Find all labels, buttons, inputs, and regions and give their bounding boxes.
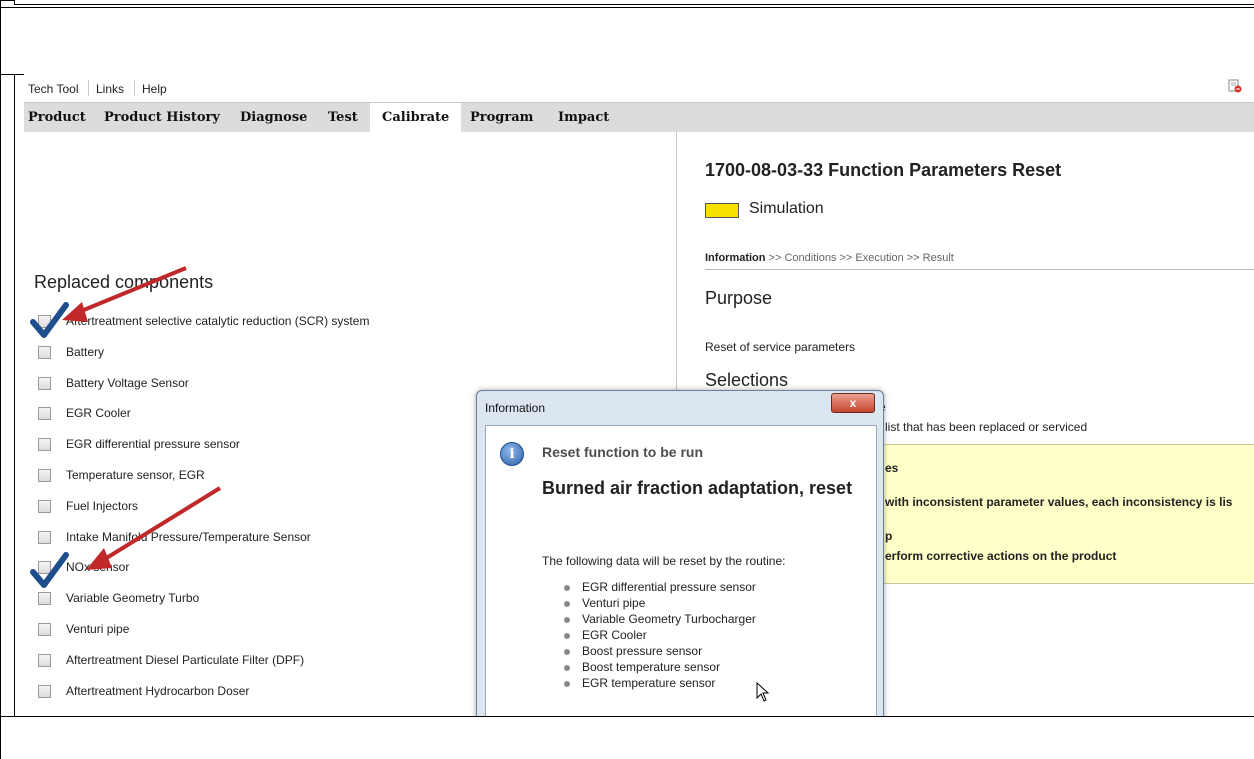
bullet-icon [564,585,570,591]
tab-product-history[interactable]: Product History [104,103,220,133]
component-label: Variable Geometry Turbo [66,591,200,606]
tab-program[interactable]: Program [470,103,533,133]
menu-separator [88,80,89,96]
reset-data-label: Variable Geometry Turbocharger [582,612,756,626]
step-current: Information [705,252,766,264]
reset-data-item: Boost temperature sensor [562,659,756,675]
dialog-body: i Reset function to be run Burned air fr… [485,425,877,716]
component-label: Aftertreatment Hydrocarbon Doser [66,683,250,698]
frame-line-upper [0,7,1254,8]
step-breadcrumb: Information >> Conditions >> Execution >… [705,252,954,264]
reset-data-item: Boost pressure sensor [562,643,756,659]
main-nav-tabs: Product Product History Diagnose Test Ca… [24,102,1254,134]
component-label: EGR Cooler [66,406,131,421]
red-arrow-annotation [86,486,222,570]
component-label: Aftertreatment Diesel Particulate Filter… [66,652,305,667]
close-button[interactable]: x [831,393,875,413]
selection-text: list that has been replaced or serviced [885,420,1088,434]
menu-separator [134,80,135,96]
menu-links[interactable]: Links [96,82,124,96]
bullet-icon [564,601,570,607]
component-checkbox[interactable] [38,592,51,606]
purpose-text: Reset of service parameters [705,340,856,354]
tab-product[interactable]: Product [28,103,86,133]
bullet-icon [564,649,570,655]
mouse-cursor-icon [756,682,770,702]
dialog-heading: Reset function to be run [542,444,703,460]
function-title: 1700-08-03-33 Function Parameters Reset [705,160,1062,180]
dialog-main-text: Burned air fraction adaptation, reset [542,478,853,498]
menu-tech-tool[interactable]: Tech Tool [28,82,78,96]
reset-data-label: EGR Cooler [582,628,647,642]
warning-text: es [885,461,899,475]
frame-left-line [0,0,1,759]
component-checkbox[interactable] [38,407,51,421]
menu-bar: Tech Tool Links Help [24,74,1254,102]
information-dialog: Information x i Reset function to be run… [476,390,884,716]
tab-calibrate[interactable]: Calibrate [370,103,462,133]
warning-text: with inconsistent parameter values, each… [885,495,1233,509]
component-label: EGR differential pressure sensor [66,437,240,452]
reset-data-label: EGR temperature sensor [582,676,716,690]
red-arrow-annotation [62,266,187,322]
tab-impact[interactable]: Impact [558,103,609,133]
component-checkbox[interactable] [38,623,51,636]
component-label: Battery [66,344,105,359]
component-checkbox[interactable] [38,499,51,513]
component-label: Battery Voltage Sensor [66,375,189,390]
exit-icon[interactable] [1228,79,1242,93]
reset-data-item: Venturi pipe [562,595,756,611]
reset-data-item: Variable Geometry Turbocharger [562,611,756,627]
dialog-intro: The following data will be reset by the … [542,554,786,568]
reset-data-item: EGR differential pressure sensor [562,579,756,595]
tech-tool-window: Tech Tool Links Help Product Product His… [24,74,1254,716]
warning-box: es with inconsistent parameter values, e… [877,444,1254,584]
bullet-icon [564,681,570,687]
purpose-heading: Purpose [705,288,773,308]
component-checkbox[interactable] [38,376,51,390]
info-icon: i [500,442,524,466]
bullet-icon [564,617,570,623]
component-label: Temperature sensor, EGR [66,468,205,482]
bullet-icon [564,665,570,671]
warning-text: erform corrective actions on the product [885,549,1117,563]
divider [705,269,1254,270]
frame-line-mid [0,74,24,75]
component-checkbox[interactable] [38,438,51,452]
selections-heading: Selections [705,370,789,390]
reset-data-label: Boost temperature sensor [582,660,721,674]
frame-line-lower [0,716,1254,717]
component-checkbox[interactable] [38,469,51,482]
simulation-label: Simulation [749,200,824,217]
bullet-icon [564,633,570,639]
dialog-title: Information [485,401,546,415]
reset-data-label: EGR differential pressure sensor [582,580,756,594]
simulation-indicator [705,203,739,218]
component-checkbox[interactable] [38,530,51,544]
tab-diagnose[interactable]: Diagnose [240,103,307,133]
component-checkbox[interactable] [38,345,51,359]
reset-data-list: EGR differential pressure sensor Venturi … [562,579,756,691]
tab-test[interactable]: Test [328,103,358,133]
reset-data-item: EGR Cooler [562,627,756,643]
component-label: Venturi pipe [66,622,130,636]
frame-inner-left [14,74,15,716]
warning-text: p [885,529,893,543]
step-rest: >> Conditions >> Execution >> Result [765,252,954,264]
menu-help[interactable]: Help [142,82,167,96]
component-checkbox[interactable] [38,684,51,698]
reset-data-item: EGR temperature sensor [562,675,756,691]
reset-data-label: Boost pressure sensor [582,644,703,658]
reset-data-label: Venturi pipe [582,596,646,610]
component-checkbox[interactable] [38,653,51,667]
